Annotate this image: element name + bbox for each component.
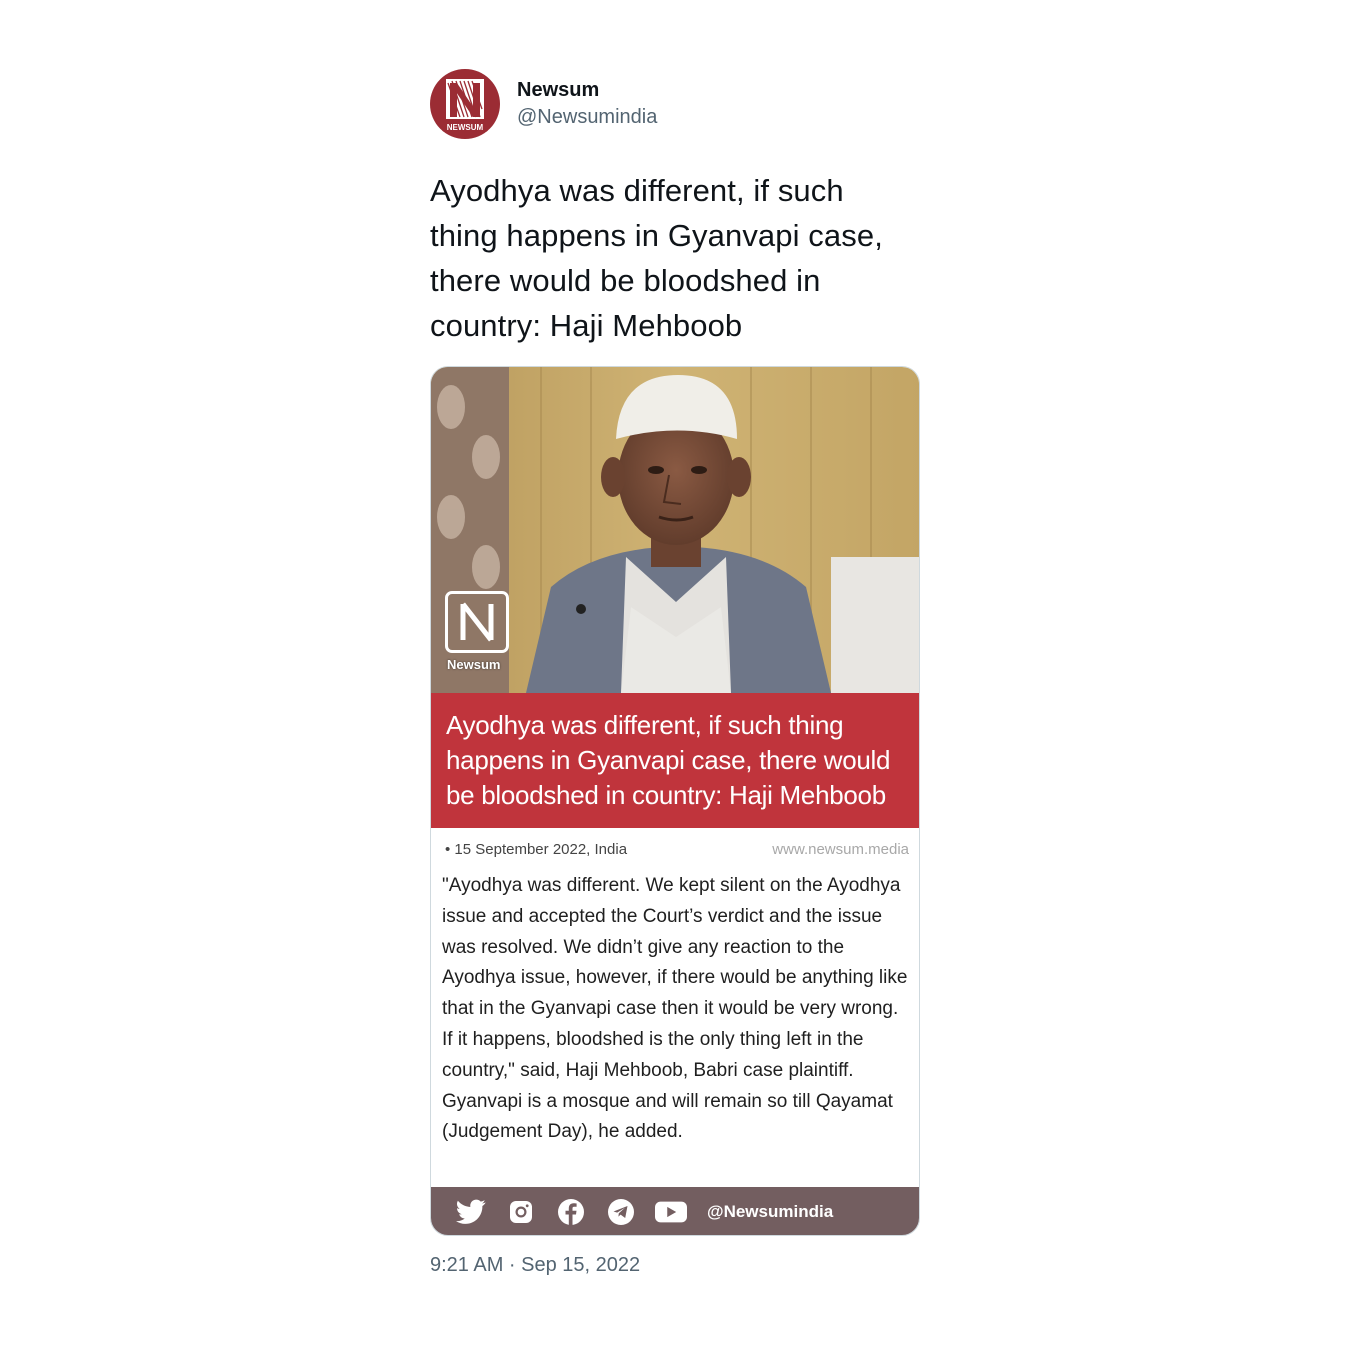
tweet-text: Ayodhya was different, if such thing hap… (430, 173, 883, 343)
card-meta: • 15 September 2022, India www.newsum.me… (431, 841, 919, 865)
card-date: • 15 September 2022, India (445, 841, 628, 858)
youtube-icon (655, 1196, 687, 1228)
card-footer: @Newsumindia (431, 1187, 919, 1235)
user-handle[interactable]: @Newsumindia (517, 103, 657, 131)
tweet: NEWSUM Newsum @Newsumindia Ayodhya was d… (430, 68, 920, 1236)
tweet-timestamp[interactable]: 9:21 AM · Sep 15, 2022 (430, 1254, 640, 1277)
facebook-icon (555, 1196, 587, 1228)
author-names: Newsum @Newsumindia (517, 77, 657, 131)
media-card[interactable]: Newsum Ayodhya was different, if such th… (430, 366, 920, 1236)
instagram-icon (505, 1196, 537, 1228)
footer-handle: @Newsumindia (707, 1202, 834, 1221)
telegram-icon (605, 1196, 637, 1228)
twitter-icon (455, 1196, 487, 1228)
card-headline: Ayodhya was different, if such thing hap… (431, 693, 919, 828)
news-photo: Newsum (431, 367, 919, 693)
card-site-url: www.newsum.media (772, 841, 909, 858)
avatar[interactable]: NEWSUM (430, 69, 500, 139)
tweet-header: NEWSUM Newsum @Newsumindia (430, 68, 920, 140)
display-name[interactable]: Newsum (517, 77, 657, 103)
newsum-watermark-icon (445, 591, 509, 653)
avatar-label: NEWSUM (446, 123, 484, 132)
card-body: "Ayodhya was different. We kept silent o… (442, 875, 908, 1143)
watermark-label: Newsum (447, 657, 501, 672)
